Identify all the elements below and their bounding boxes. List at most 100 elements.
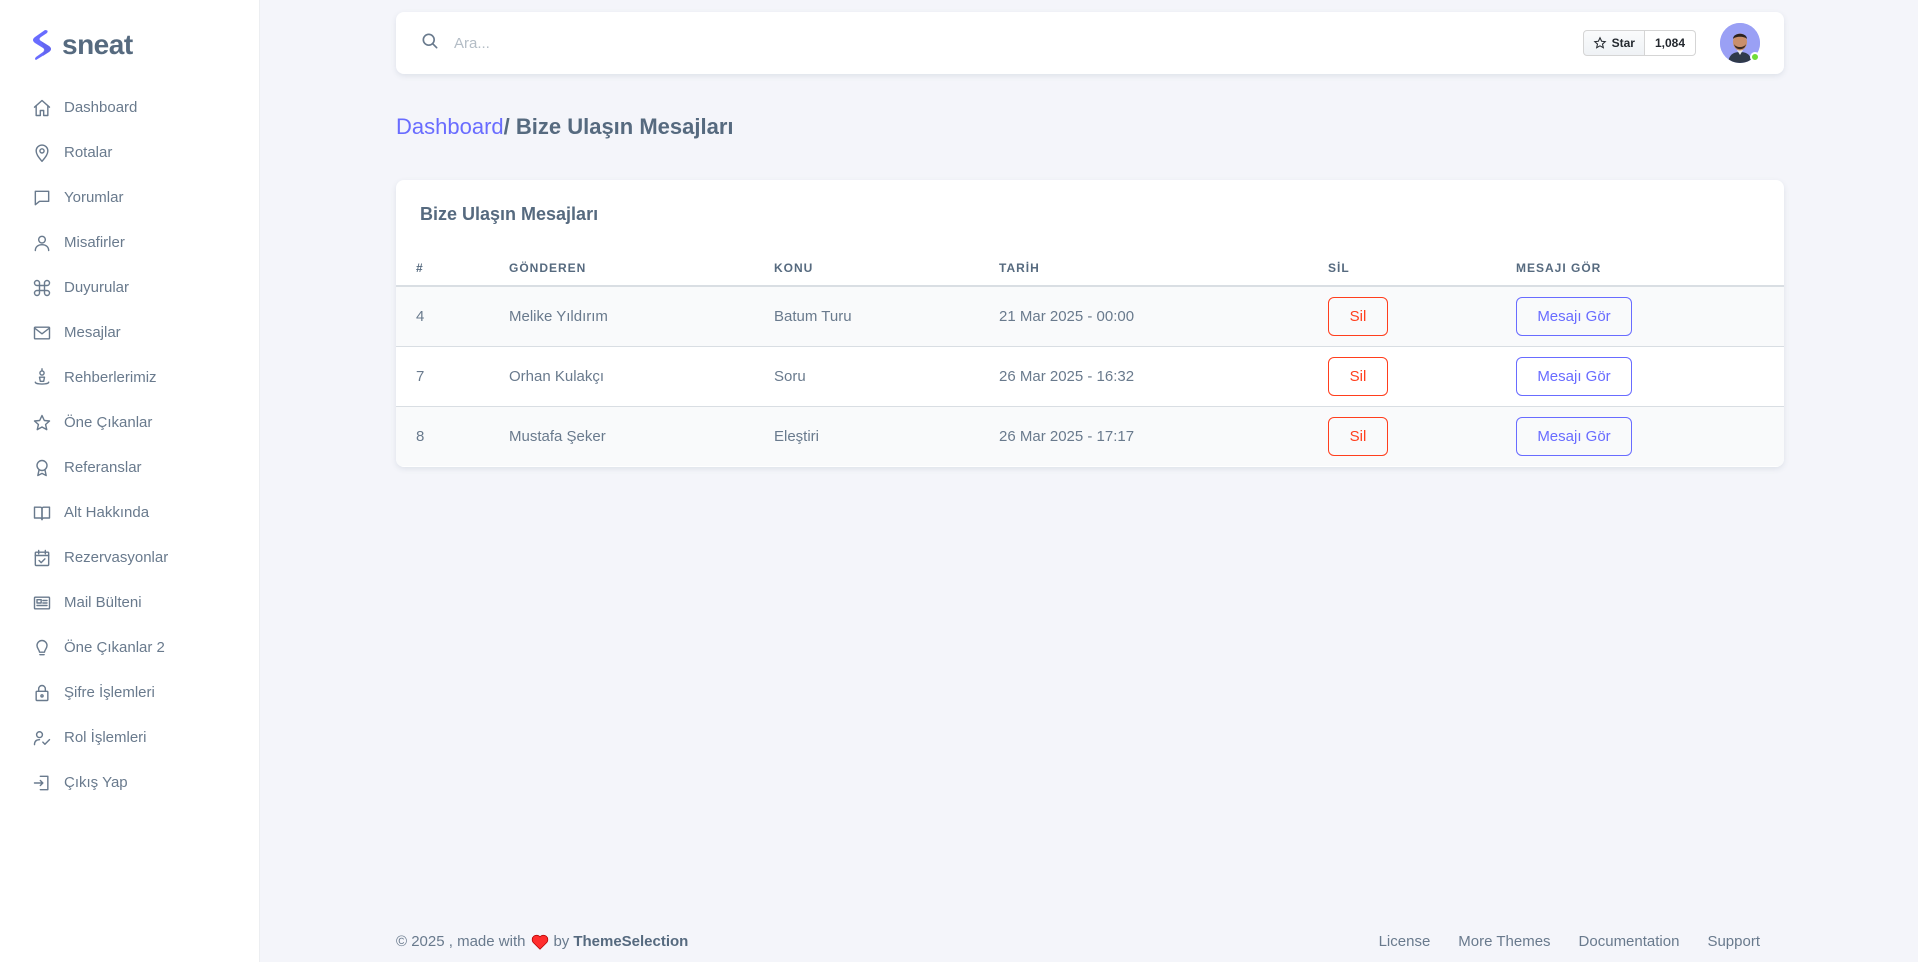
github-star-label: Star — [1611, 36, 1635, 50]
cell-sender: Orhan Kulakçı — [509, 346, 774, 407]
sidebar-item-label: Çıkış Yap — [64, 774, 128, 791]
footer-link-more-themes[interactable]: More Themes — [1458, 933, 1550, 950]
footer-copyright: © 2025 , made with — [396, 933, 526, 950]
navbar-right: Star 1,084 — [1582, 23, 1760, 63]
sidebar-item-label: Rotalar — [64, 144, 113, 161]
cell-id: 4 — [396, 286, 509, 347]
sidebar-item-label: Mail Bülteni — [64, 594, 142, 611]
sidebar-item-sifre-islemleri[interactable]: Şifre İşlemleri — [0, 670, 259, 715]
sidebar-item-label: Misafirler — [64, 234, 125, 251]
sidebar-item-rehberlerimiz[interactable]: Rehberlerimiz — [0, 355, 259, 400]
log-in-icon — [32, 773, 52, 793]
footer-link-support[interactable]: Support — [1707, 933, 1760, 950]
footer-link-license[interactable]: License — [1379, 933, 1431, 950]
card-title: Bize Ulaşın Mesajları — [420, 204, 599, 224]
sidebar-item-mesajlar[interactable]: Mesajlar — [0, 310, 259, 355]
column-header-view: MESAJI GÖR — [1516, 250, 1784, 287]
cell-id: 8 — [416, 427, 425, 445]
chat-icon — [32, 188, 52, 208]
guide-icon — [32, 367, 52, 388]
sidebar-item-misafirler[interactable]: Misafirler — [0, 220, 259, 265]
sidebar-item-label: Rehberlerimiz — [64, 369, 157, 386]
table-header-row: # GÖNDEREN KONU TARİH SİL MESAJI GÖR — [396, 250, 1784, 287]
breadcrumb-dashboard-link[interactable]: Dashboard — [396, 114, 504, 139]
lock-icon — [32, 683, 52, 703]
sneat-logo-icon — [33, 30, 51, 60]
github-star-count[interactable]: 1,084 — [1644, 30, 1696, 56]
cell-sender: Melike Yıldırım — [509, 286, 774, 347]
brand[interactable]: sneat — [0, 15, 259, 75]
sidebar-item-label: Alt Hakkında — [64, 504, 150, 521]
avatar[interactable] — [1720, 23, 1760, 63]
sidebar-item-one-cikanlar-2[interactable]: Öne Çıkanlar 2 — [0, 625, 259, 670]
sidebar-item-yorumlar[interactable]: Yorumlar — [0, 175, 259, 220]
github-star-button[interactable]: Star — [1582, 30, 1645, 56]
award-icon — [32, 458, 52, 478]
view-message-button[interactable]: Mesajı Gör — [1516, 416, 1632, 456]
online-status-dot — [1750, 52, 1760, 62]
delete-button[interactable]: Sil — [1328, 356, 1388, 396]
envelope-icon — [32, 323, 52, 343]
cell-view: Mesajı Gör — [1516, 286, 1784, 347]
sidebar-item-rotalar[interactable]: Rotalar — [0, 130, 259, 175]
bulb-icon — [32, 638, 52, 658]
table-row: 7 Orhan Kulakçı Soru 26 Mar 2025 - 16:32… — [396, 346, 1784, 407]
star-icon — [32, 413, 52, 433]
messages-card: Bize Ulaşın Mesajları # GÖNDEREN KONU TA… — [396, 180, 1784, 467]
cell-view: Mesajı Gör — [1516, 346, 1784, 407]
home-icon — [32, 98, 52, 118]
footer-link-documentation[interactable]: Documentation — [1579, 933, 1680, 950]
sidebar-item-dashboard[interactable]: Dashboard — [0, 85, 259, 130]
top-navbar: Star 1,084 — [396, 12, 1784, 74]
heart-icon — [532, 934, 549, 950]
news-icon — [32, 593, 52, 613]
cell-sender: Mustafa Şeker — [509, 427, 606, 445]
map-pin-icon — [32, 143, 52, 163]
page-title: Dashboard/ Bize Ulaşın Mesajları — [396, 114, 734, 140]
footer: © 2025 , made with by ThemeSelection Lic… — [396, 933, 1784, 950]
footer-company-link[interactable]: ThemeSelection — [573, 933, 688, 950]
sidebar-item-referanslar[interactable]: Referanslar — [0, 445, 259, 490]
table-row: 4 Melike Yıldırım Batum Turu 21 Mar 2025… — [396, 286, 1784, 347]
column-header-date: TARİH — [999, 250, 1328, 287]
star-icon — [1593, 36, 1607, 49]
user-icon — [32, 233, 52, 253]
cell-delete: Sil — [1328, 286, 1516, 347]
brand-name: sneat — [62, 29, 133, 60]
sidebar-item-label: Yorumlar — [64, 189, 124, 206]
sidebar-item-label: Duyurular — [64, 279, 130, 296]
sidebar-item-label: Öne Çıkanlar 2 — [64, 639, 165, 656]
sidebar-item-label: Şifre İşlemleri — [64, 684, 155, 701]
sidebar-item-label: Rezervasyonlar — [64, 549, 169, 566]
footer-links: License More Themes Documentation Suppor… — [1351, 933, 1784, 950]
search-icon[interactable] — [420, 31, 440, 56]
sidebar-item-mail-bulteni[interactable]: Mail Bülteni — [0, 580, 259, 625]
user-check-icon — [32, 728, 52, 748]
sidebar-item-one-cikanlar[interactable]: Öne Çıkanlar — [0, 400, 259, 445]
sidebar-item-label: Dashboard — [64, 99, 138, 116]
cell-id: 7 — [396, 346, 509, 407]
sidebar-item-label: Mesajlar — [64, 324, 121, 341]
breadcrumb-current: / Bize Ulaşın Mesajları — [503, 114, 734, 139]
sidebar-item-duyurular[interactable]: Duyurular — [0, 265, 259, 310]
sidebar-item-rol-islemleri[interactable]: Rol İşlemleri — [0, 715, 259, 760]
sidebar-item-rezervasyonlar[interactable]: Rezervasyonlar — [0, 535, 259, 580]
column-header-sender: GÖNDEREN — [509, 250, 774, 287]
footer-by: by — [553, 933, 570, 950]
delete-button[interactable]: Sil — [1328, 296, 1388, 336]
view-message-button[interactable]: Mesajı Gör — [1516, 356, 1632, 396]
view-message-button[interactable]: Mesajı Gör — [1516, 296, 1632, 336]
sidebar-item-alt-hakkinda[interactable]: Alt Hakkında — [0, 490, 259, 535]
sidebar-item-label: Öne Çıkanlar — [64, 414, 153, 431]
column-header-subject: KONU — [774, 250, 999, 287]
cell-date: 21 Mar 2025 - 00:00 — [999, 286, 1328, 347]
sidebar-item-cikis-yap[interactable]: Çıkış Yap — [0, 760, 259, 805]
delete-button[interactable]: Sil — [1328, 416, 1388, 456]
cell-subject: Batum Turu — [774, 286, 999, 347]
cell-date: 26 Mar 2025 - 17:17 — [999, 427, 1135, 445]
column-header-id: # — [396, 250, 509, 287]
sidebar: sneat Dashboard Rotalar Yorumlar Misafir… — [0, 0, 260, 962]
messages-table: # GÖNDEREN KONU TARİH SİL MESAJI GÖR 4 M… — [396, 250, 1784, 466]
search-input[interactable] — [454, 34, 1054, 52]
cell-subject: Soru — [774, 346, 999, 407]
